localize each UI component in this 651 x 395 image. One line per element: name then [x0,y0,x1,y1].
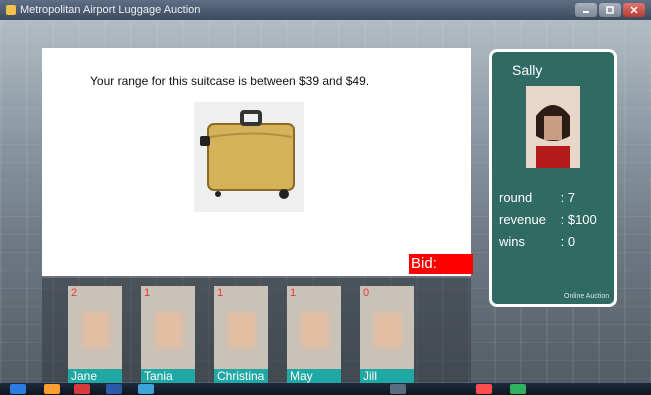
close-icon [630,6,638,14]
suitcase-icon [200,110,295,199]
stat-label: revenue [499,212,546,227]
taskbar [0,383,651,395]
taskbar-app-icon[interactable] [390,384,406,394]
player-card: 1 Tania [141,286,195,383]
auction-panel: Your range for this suitcase is between … [42,48,471,276]
player-face [228,312,256,348]
close-button[interactable] [623,3,645,17]
player-card: 0 Jill [360,286,414,383]
player-face [301,312,329,348]
stat-label: wins [499,234,526,249]
stat-round: round : 7 [499,190,575,205]
player-card: 1 Christina [214,286,268,383]
suitcase-image [194,102,304,212]
stat-value: : 0 [560,234,576,249]
stat-value: : $100 [560,212,597,227]
maximize-icon [606,6,614,14]
player-name: Christina [214,369,268,383]
taskbar-app-icon[interactable] [138,384,154,394]
profile-photo [526,86,580,168]
player-win-count: 2 [71,287,78,299]
profile-card: Sally round : 7 revenue : $100 wins : 0 … [489,49,617,307]
player-face [155,312,183,348]
player-name: Jane [68,369,122,383]
player-win-count: 0 [363,287,370,299]
avatar-icon [526,86,580,168]
player-face [82,312,110,348]
player-win-count: 1 [290,287,297,299]
stat-value: : 7 [560,190,576,205]
player-win-count: 1 [217,287,224,299]
stat-revenue: revenue : $100 [499,212,597,227]
taskbar-app-icon[interactable] [476,384,492,394]
window-titlebar: Metropolitan Airport Luggage Auction [0,0,651,20]
player-win-count: 1 [144,287,151,299]
player-card: 2 Jane [68,286,122,383]
stat-label: round [499,190,533,205]
player-name: May [287,369,341,383]
bid-label[interactable]: Bid: [409,254,473,274]
player-name: Jill [360,369,414,383]
window-title: Metropolitan Airport Luggage Auction [20,4,201,16]
profile-footer: Online Auction [564,293,610,300]
app-icon [6,5,16,15]
taskbar-app-icon[interactable] [44,384,60,394]
player-card: 1 May [287,286,341,383]
profile-name: Sally [512,62,543,78]
stat-wins: wins : 0 [499,234,575,249]
taskbar-app-icon[interactable] [74,384,90,394]
player-name: Tania [141,369,195,383]
maximize-button[interactable] [599,3,621,17]
minimize-button[interactable] [575,3,597,17]
player-face [374,312,402,348]
window-controls [575,3,645,17]
start-button[interactable] [10,384,26,394]
taskbar-app-icon[interactable] [106,384,122,394]
taskbar-tray-icon[interactable] [510,384,526,394]
minimize-icon [583,11,589,13]
range-text: Your range for this suitcase is between … [90,74,370,88]
